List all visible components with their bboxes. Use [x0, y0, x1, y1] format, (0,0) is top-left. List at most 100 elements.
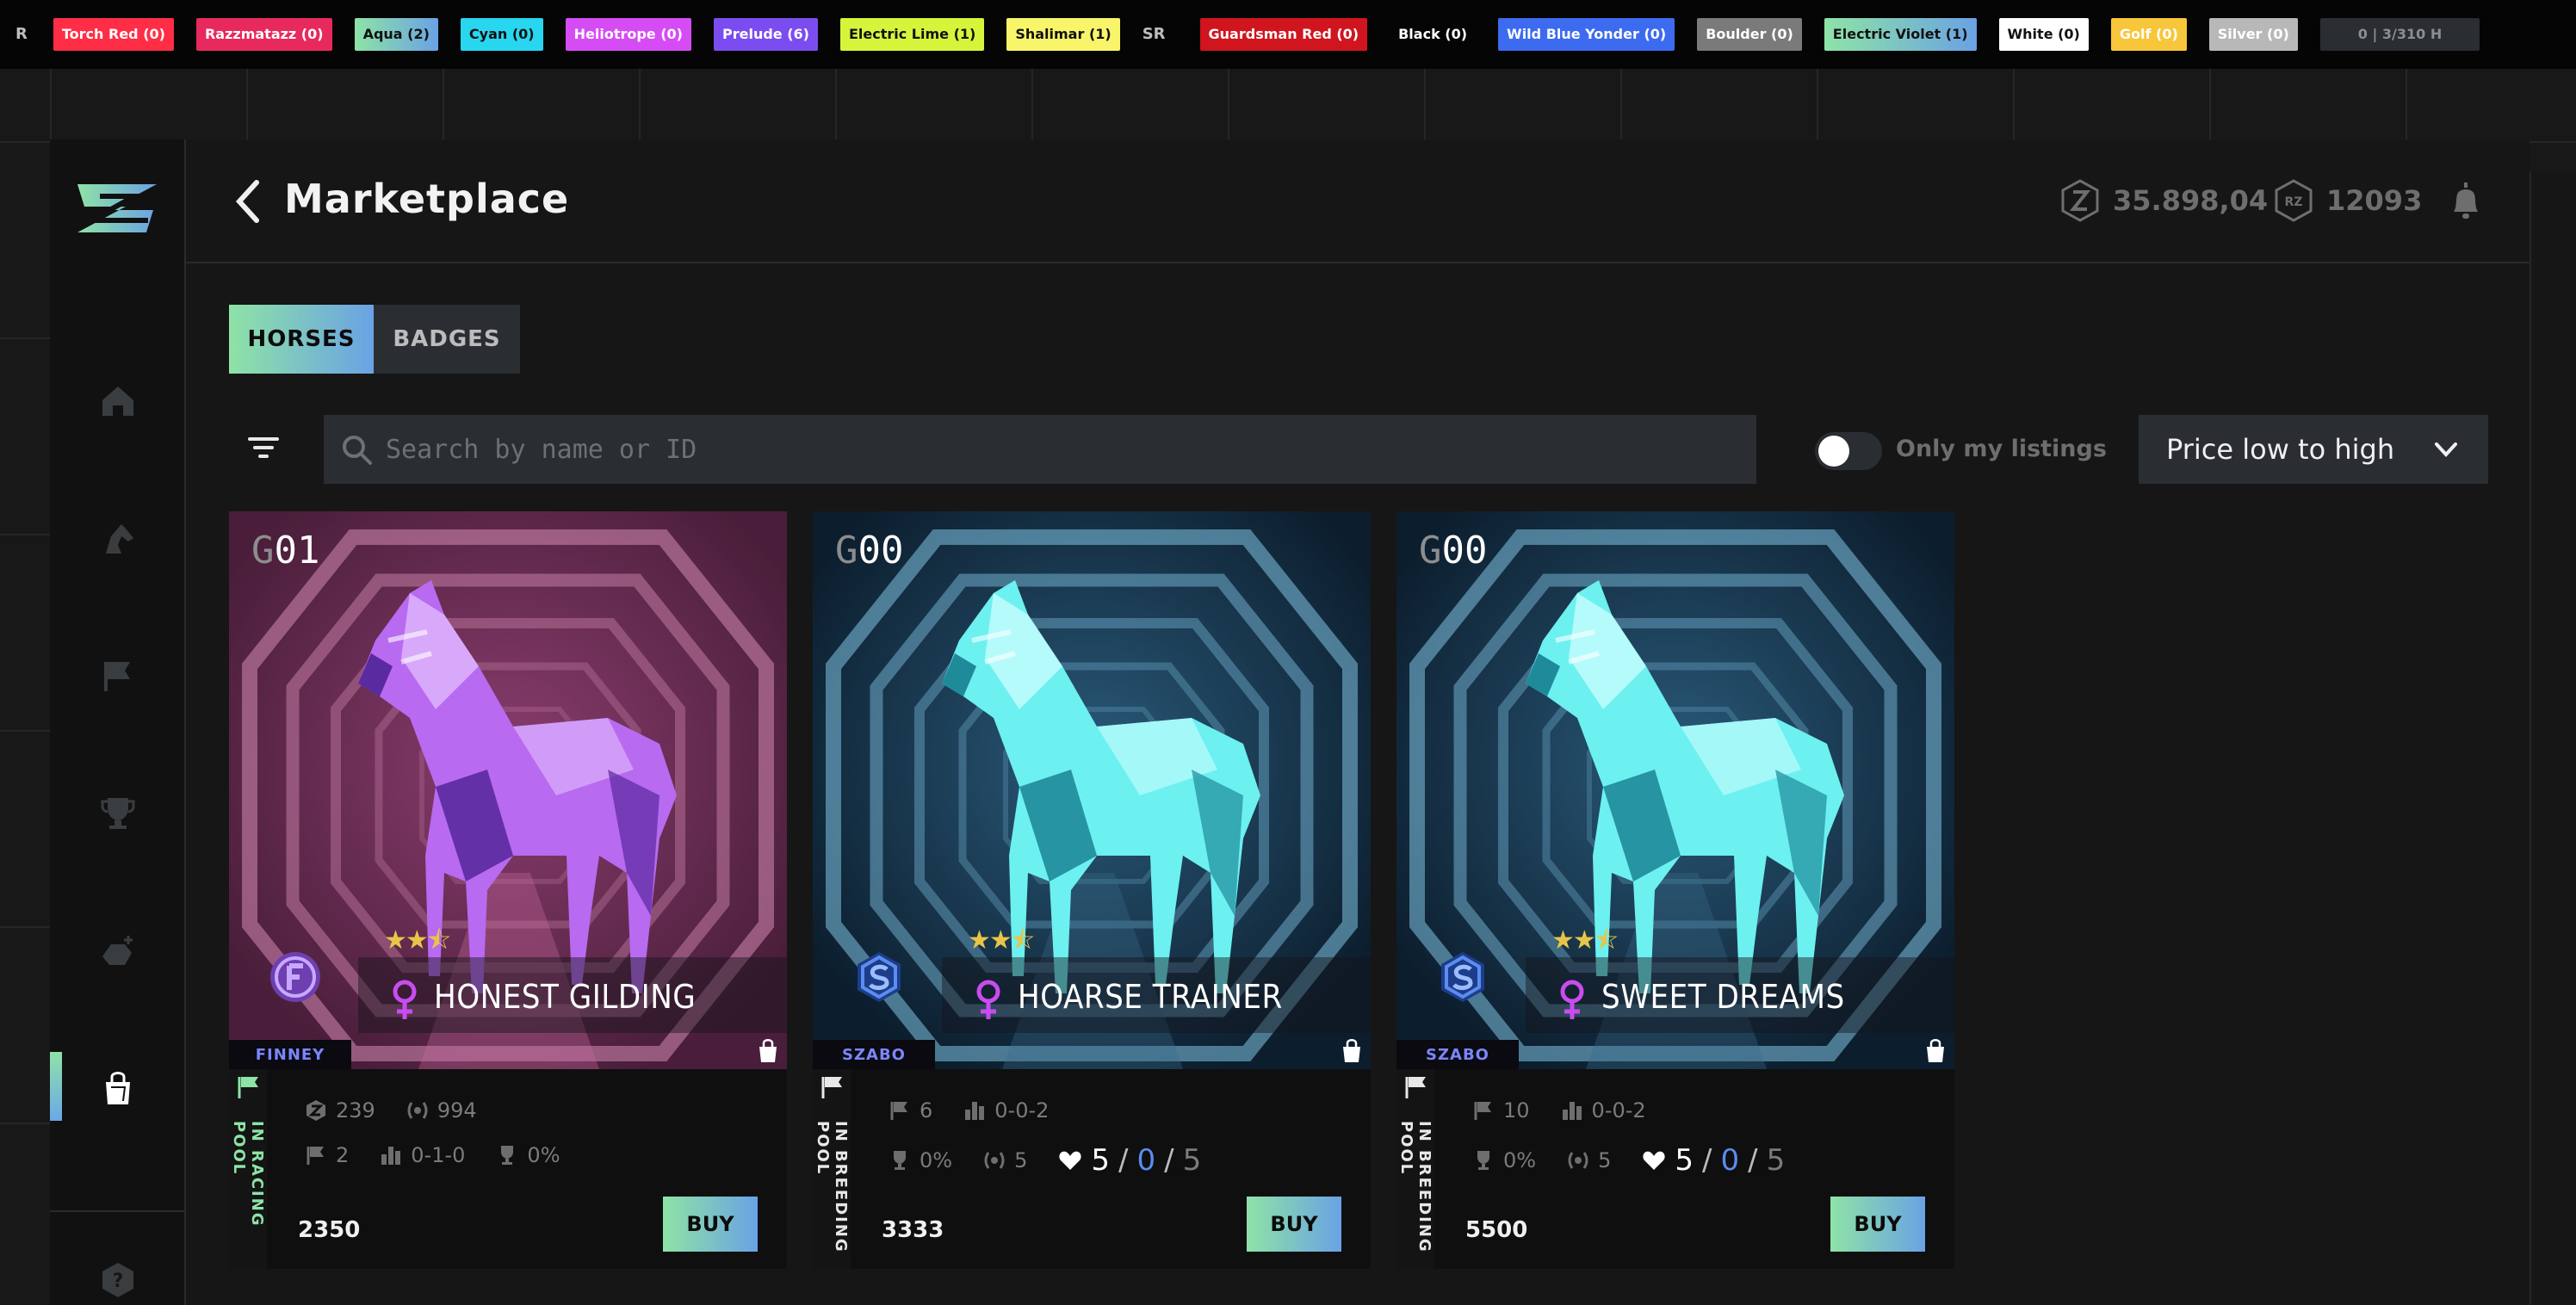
color-tag-4[interactable]: Heliotrope (0): [565, 18, 691, 51]
tab-horses[interactable]: HORSES: [229, 305, 374, 374]
color-tag-16[interactable]: Silver (0): [2208, 18, 2298, 51]
rating-stars: ★★⯪: [1551, 925, 1619, 956]
stat-win-rate: 0%: [1472, 1148, 1536, 1172]
generation-prefix: G: [251, 529, 275, 572]
generation-number: 01: [274, 529, 320, 572]
horse-image-frame[interactable]: G00 ★★⯪ SWEET DREAMS SZABO: [1396, 511, 1954, 1069]
horse-name[interactable]: HONEST GILDING: [434, 978, 696, 1016]
home-icon[interactable]: [96, 379, 139, 422]
color-tag-5[interactable]: Prelude (6): [713, 18, 818, 51]
breed-count-b: 0: [1136, 1143, 1156, 1178]
stat-laurel-value: 5: [1014, 1148, 1028, 1172]
filter-icon[interactable]: [246, 430, 281, 465]
buy-button[interactable]: BUY: [1830, 1197, 1925, 1252]
toggle-knob: [1818, 436, 1849, 467]
stat-record-value: 0-0-2: [994, 1098, 1050, 1123]
stable-name[interactable]: SZABO: [813, 1040, 935, 1069]
stable-name[interactable]: SZABO: [1396, 1040, 1519, 1069]
horse-name[interactable]: SWEET DREAMS: [1601, 978, 1845, 1016]
listed-bag-icon: [1343, 1039, 1360, 1062]
stat-win-value: 0%: [920, 1148, 953, 1172]
stats-row-1: 10 0-0-2: [1472, 1098, 1669, 1123]
color-tag-13[interactable]: Electric Violet (1): [1824, 18, 1977, 51]
tab-badges[interactable]: BADGES: [374, 305, 520, 374]
stat-record: 0-0-2: [1561, 1098, 1646, 1123]
chevron-down-icon: [2435, 442, 2457, 457]
szabo-stable-logo: [858, 952, 901, 1002]
horse-card[interactable]: G01 ★★⯪ HONEST GILDING FINNEY IN RACING …: [229, 511, 787, 1269]
horse-image-frame[interactable]: G01 ★★⯪ HONEST GILDING FINNEY: [229, 511, 787, 1069]
pool-label: IN BREEDING POOL: [1397, 1121, 1434, 1253]
trophy-icon[interactable]: [96, 792, 139, 835]
main-content: Marketplace 35.898,04 RZ 12093 HORSES BA…: [186, 139, 2530, 1305]
pool-flag-icon: [238, 1077, 258, 1098]
zed-balance-value: 35.898,04: [2113, 184, 2269, 217]
stable-horse-icon[interactable]: [96, 516, 139, 560]
color-tag-8[interactable]: SR: [1142, 18, 1166, 51]
stat-record: 0-1-0: [380, 1143, 465, 1167]
color-tag-6[interactable]: Electric Lime (1): [839, 18, 985, 51]
breed-count-c: 5: [1766, 1143, 1786, 1178]
color-tag-1[interactable]: Razzmatazz (0): [195, 18, 332, 51]
zed-icon: [307, 1100, 325, 1121]
horse-card[interactable]: G00 ★★⯪ HOARSE TRAINER SZABO IN BREEDING…: [813, 511, 1371, 1269]
stat-laurel: 994: [406, 1098, 477, 1123]
stat-races-value: 2: [336, 1143, 350, 1167]
stable-name[interactable]: FINNEY: [229, 1040, 351, 1069]
marketplace-bag-icon[interactable]: [96, 1066, 139, 1109]
zed-balance: 35.898,04: [2061, 179, 2268, 222]
female-gender-icon: [976, 980, 1000, 1019]
color-tag-9[interactable]: Guardsman Red (0): [1199, 18, 1368, 51]
generation-number: 00: [1441, 529, 1488, 572]
stat-races-value: 6: [920, 1098, 933, 1123]
price: 2350: [298, 1217, 361, 1243]
rating-stars: ★★⯪: [384, 925, 451, 956]
notification-bell-icon[interactable]: [2449, 181, 2483, 222]
color-tag-3[interactable]: Cyan (0): [460, 18, 543, 51]
generation-label: G00: [1419, 529, 1487, 572]
color-tag-7[interactable]: Shalimar (1): [1006, 18, 1120, 51]
color-tag-15[interactable]: Golf (0): [2110, 18, 2187, 51]
generation-number: 00: [858, 529, 904, 572]
color-tag-0[interactable]: Torch Red (0): [53, 18, 174, 51]
breeding-icon[interactable]: [96, 930, 139, 973]
rating-stars: ★★⯪: [968, 925, 1035, 956]
stat-races: 6: [889, 1098, 932, 1123]
rz-balance: RZ 12093: [2275, 179, 2422, 222]
color-tag-12[interactable]: Boulder (0): [1697, 18, 1802, 51]
svg-text:RZ: RZ: [2285, 195, 2303, 209]
zed-logo[interactable]: [74, 181, 160, 236]
pool-flag-icon: [821, 1077, 842, 1098]
breed-count-c: 5: [1182, 1143, 1202, 1178]
sort-dropdown[interactable]: Price low to high: [2139, 415, 2488, 484]
color-tag-10[interactable]: Black (0): [1390, 18, 1477, 51]
listed-bag-icon: [759, 1039, 777, 1062]
stat-races: 10: [1472, 1098, 1530, 1123]
color-tag-14[interactable]: White (0): [1998, 18, 2089, 51]
search-input[interactable]: [386, 434, 1677, 465]
scrollbar-track[interactable]: [2530, 172, 2576, 1305]
horse-info-panel: IN BREEDING POOL 6 0-0-2 0% 5 5/ 0/ 5 33…: [813, 1069, 1371, 1269]
back-arrow-icon[interactable]: [231, 177, 265, 226]
horse-info-panel: IN RACING POOL 239 994 2 0-1-0 0% 2350 B…: [229, 1069, 787, 1269]
buy-button[interactable]: BUY: [663, 1197, 758, 1252]
horse-image-frame[interactable]: G00 ★★⯪ HOARSE TRAINER SZABO: [813, 511, 1371, 1069]
help-icon[interactable]: ?: [96, 1259, 139, 1302]
stat-win-rate: 0%: [496, 1143, 560, 1167]
breeding-count: 5/ 0/ 5: [1642, 1143, 1785, 1178]
horse-name[interactable]: HOARSE TRAINER: [1018, 978, 1283, 1016]
racing-flag-icon[interactable]: [96, 654, 139, 697]
breed-count-a: 5: [1091, 1143, 1110, 1178]
color-tag-11[interactable]: Wild Blue Yonder (0): [1498, 18, 1675, 51]
color-tag-2[interactable]: Aqua (2): [354, 18, 438, 51]
heart-icon: [1643, 1151, 1665, 1170]
buy-button[interactable]: BUY: [1247, 1197, 1341, 1252]
rz-balance-value: 12093: [2326, 184, 2423, 217]
only-my-listings-toggle[interactable]: [1815, 432, 1882, 470]
generation-label: G00: [835, 529, 903, 572]
page-title: Marketplace: [284, 176, 570, 222]
races-flag-icon: [890, 1102, 907, 1120]
laurel-icon: [1568, 1152, 1588, 1169]
trophy-icon: [894, 1151, 906, 1170]
horse-card[interactable]: G00 ★★⯪ SWEET DREAMS SZABO IN BREEDING P…: [1396, 511, 1954, 1269]
